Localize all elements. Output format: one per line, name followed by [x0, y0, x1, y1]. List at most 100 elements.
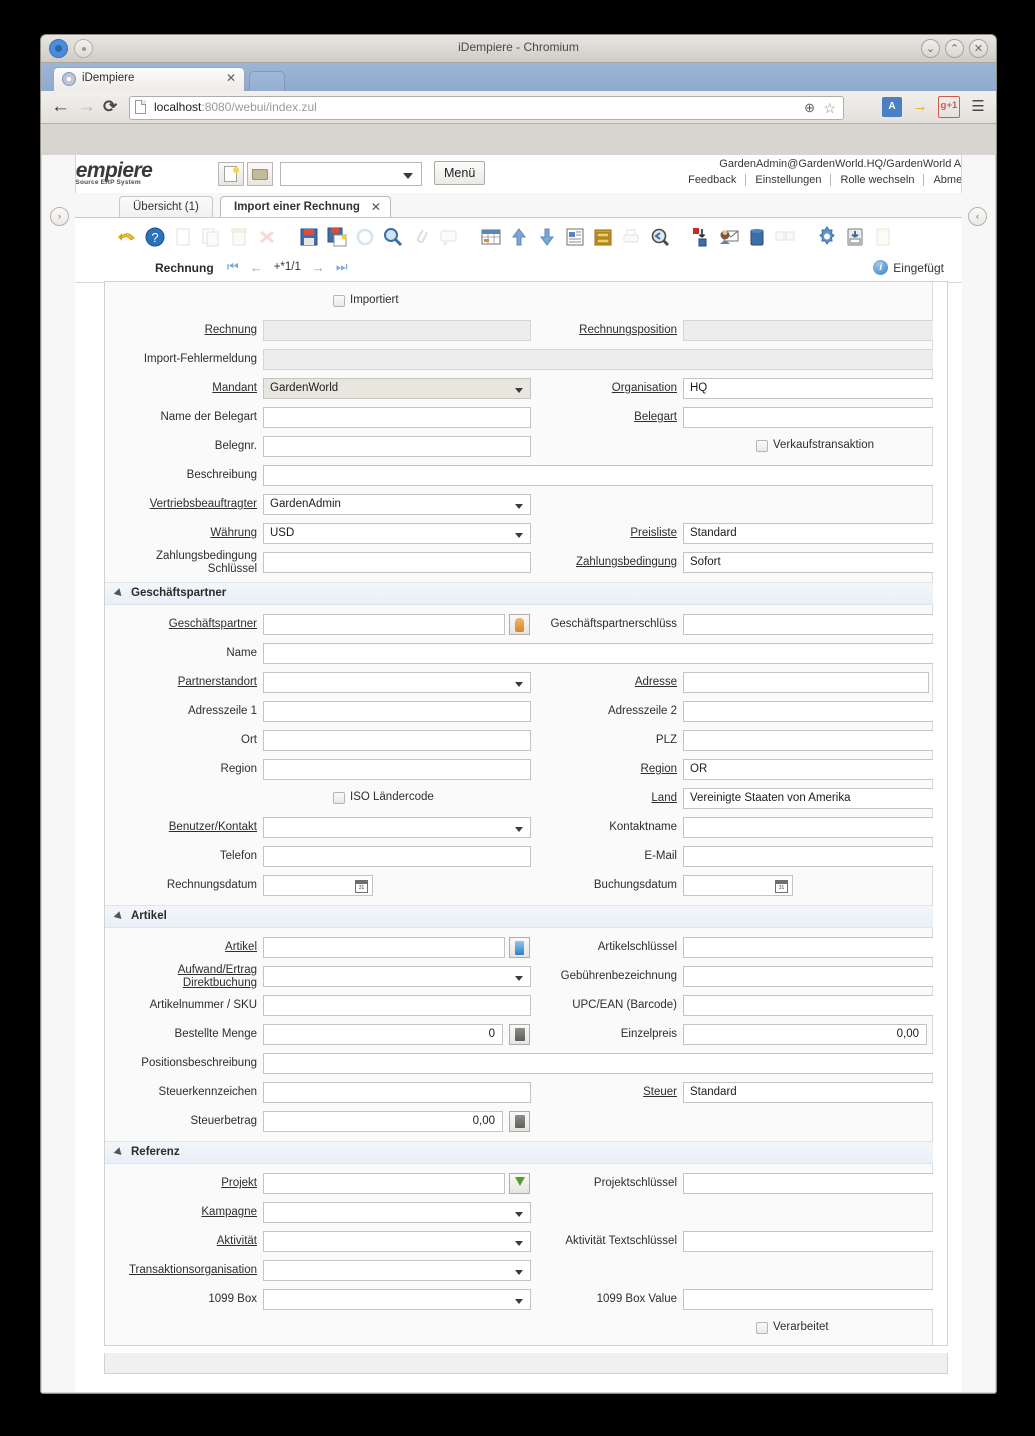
- text-field[interactable]: [263, 995, 531, 1016]
- select-field[interactable]: GardenWorld: [263, 378, 531, 399]
- expand-left-panel-icon[interactable]: ›: [50, 207, 69, 226]
- close-button[interactable]: ✕: [969, 39, 988, 58]
- checkbox[interactable]: [333, 792, 345, 804]
- field-label[interactable]: Artikel: [105, 941, 257, 953]
- text-field[interactable]: 0: [263, 1024, 503, 1045]
- active-workflow-icon[interactable]: [687, 222, 715, 252]
- text-field[interactable]: [263, 1173, 505, 1194]
- select-field[interactable]: Standard: [683, 1082, 933, 1103]
- parent-record-icon[interactable]: [505, 222, 533, 252]
- text-field[interactable]: [263, 701, 531, 722]
- find-icon[interactable]: [379, 222, 407, 252]
- translate-icon[interactable]: A: [882, 97, 902, 117]
- select-field[interactable]: GardenAdmin: [263, 494, 531, 515]
- field-label[interactable]: Mandant: [105, 382, 257, 394]
- field-label[interactable]: Geschäftspartner: [105, 618, 257, 630]
- reload-icon[interactable]: ⟳: [103, 97, 117, 117]
- archive-icon[interactable]: [589, 222, 617, 252]
- field-label[interactable]: Kampagne: [105, 1206, 257, 1218]
- calculator-button[interactable]: [509, 1111, 530, 1132]
- imported-checkbox[interactable]: [333, 295, 345, 307]
- open-folder-icon[interactable]: [247, 162, 273, 186]
- field-label[interactable]: Rechnung: [105, 324, 257, 336]
- minimize-button[interactable]: ⌄: [921, 39, 940, 58]
- process-icon[interactable]: [841, 222, 869, 252]
- select-field[interactable]: [683, 407, 933, 428]
- page-info-icon[interactable]: [135, 100, 146, 114]
- text-field[interactable]: [263, 614, 505, 635]
- switch-role-link[interactable]: Rolle wechseln: [831, 174, 925, 186]
- select-field[interactable]: [263, 1289, 531, 1310]
- bookmark-star-icon[interactable]: ☆: [823, 100, 836, 117]
- text-field[interactable]: 0,00: [263, 1111, 503, 1132]
- text-field[interactable]: [683, 1289, 933, 1310]
- text-field[interactable]: [683, 730, 933, 751]
- text-field[interactable]: [683, 817, 933, 838]
- select-field[interactable]: Vereinigte Staaten von Amerika: [683, 788, 933, 809]
- settings-link[interactable]: Einstellungen: [746, 174, 832, 186]
- field-label[interactable]: Transaktionsorganisation: [105, 1264, 257, 1276]
- first-record-icon[interactable]: ⏮: [227, 259, 239, 275]
- text-field[interactable]: [263, 552, 531, 573]
- checkbox[interactable]: [756, 1322, 768, 1334]
- zoom-icon[interactable]: ⊕: [804, 100, 815, 116]
- product-info-icon[interactable]: [743, 222, 771, 252]
- date-field[interactable]: [263, 875, 373, 896]
- field-label[interactable]: Rechnungsposition: [525, 324, 677, 336]
- section-header-referenz[interactable]: Referenz: [105, 1141, 933, 1164]
- text-field[interactable]: [263, 759, 531, 780]
- text-field[interactable]: [683, 966, 933, 987]
- text-field[interactable]: [683, 701, 933, 722]
- select-field[interactable]: [263, 1202, 531, 1223]
- menu-button[interactable]: Menü: [434, 161, 486, 185]
- text-field[interactable]: [263, 1082, 531, 1103]
- save-icon[interactable]: [295, 222, 323, 252]
- new-tab-button[interactable]: [249, 71, 285, 92]
- undo-icon[interactable]: [113, 222, 141, 252]
- new-window-icon[interactable]: [218, 162, 244, 186]
- field-label[interactable]: Preisliste: [525, 527, 677, 539]
- field-label[interactable]: Organisation: [525, 382, 677, 394]
- save-create-new-icon[interactable]: [323, 222, 351, 252]
- text-field[interactable]: [683, 995, 933, 1016]
- select-field[interactable]: Standard: [683, 523, 933, 544]
- text-field[interactable]: [683, 937, 933, 958]
- preference-icon[interactable]: [813, 222, 841, 252]
- field-label[interactable]: Aufwand/Ertrag Direktbuchung: [105, 964, 257, 990]
- text-field[interactable]: [263, 937, 505, 958]
- text-field[interactable]: [683, 672, 929, 693]
- tab-import-invoice[interactable]: Import einer Rechnung ✕: [220, 196, 391, 217]
- date-field[interactable]: [683, 875, 793, 896]
- zoom-across-icon[interactable]: [645, 222, 673, 252]
- previous-record-icon[interactable]: ←: [250, 260, 263, 275]
- browser-menu-icon[interactable]: ☰: [968, 97, 988, 117]
- text-field[interactable]: [263, 465, 933, 486]
- field-label[interactable]: Region: [525, 763, 677, 775]
- select-field[interactable]: [263, 1231, 531, 1252]
- tab-close-icon[interactable]: ✕: [371, 200, 381, 214]
- text-field[interactable]: [263, 1053, 933, 1074]
- field-label[interactable]: Adresse: [525, 676, 677, 688]
- text-field[interactable]: [263, 730, 531, 751]
- select-field[interactable]: [263, 817, 531, 838]
- field-label[interactable]: Land: [525, 792, 677, 804]
- text-field[interactable]: [263, 846, 531, 867]
- send-to-phone-icon[interactable]: →: [910, 97, 930, 117]
- address-bar[interactable]: localhost:8080/webui/index.zul ⊕ ☆: [129, 96, 844, 120]
- request-icon[interactable]: [715, 222, 743, 252]
- tab-uebersicht[interactable]: Übersicht (1): [119, 196, 213, 217]
- select-field[interactable]: OR: [683, 759, 933, 780]
- back-icon[interactable]: ←: [51, 97, 70, 117]
- last-record-icon[interactable]: ⏭: [336, 259, 348, 275]
- field-label[interactable]: Projekt: [105, 1177, 257, 1189]
- text-field[interactable]: [683, 614, 933, 635]
- detail-record-icon[interactable]: [533, 222, 561, 252]
- select-field[interactable]: HQ: [683, 378, 933, 399]
- field-label[interactable]: Partnerstandort: [105, 676, 257, 688]
- field-label[interactable]: Aktivität: [105, 1235, 257, 1247]
- calendar-icon[interactable]: [355, 880, 368, 893]
- select-field[interactable]: [263, 672, 531, 693]
- forward-icon[interactable]: →: [77, 97, 96, 117]
- text-field[interactable]: [263, 407, 531, 428]
- help-icon[interactable]: ?: [141, 222, 169, 252]
